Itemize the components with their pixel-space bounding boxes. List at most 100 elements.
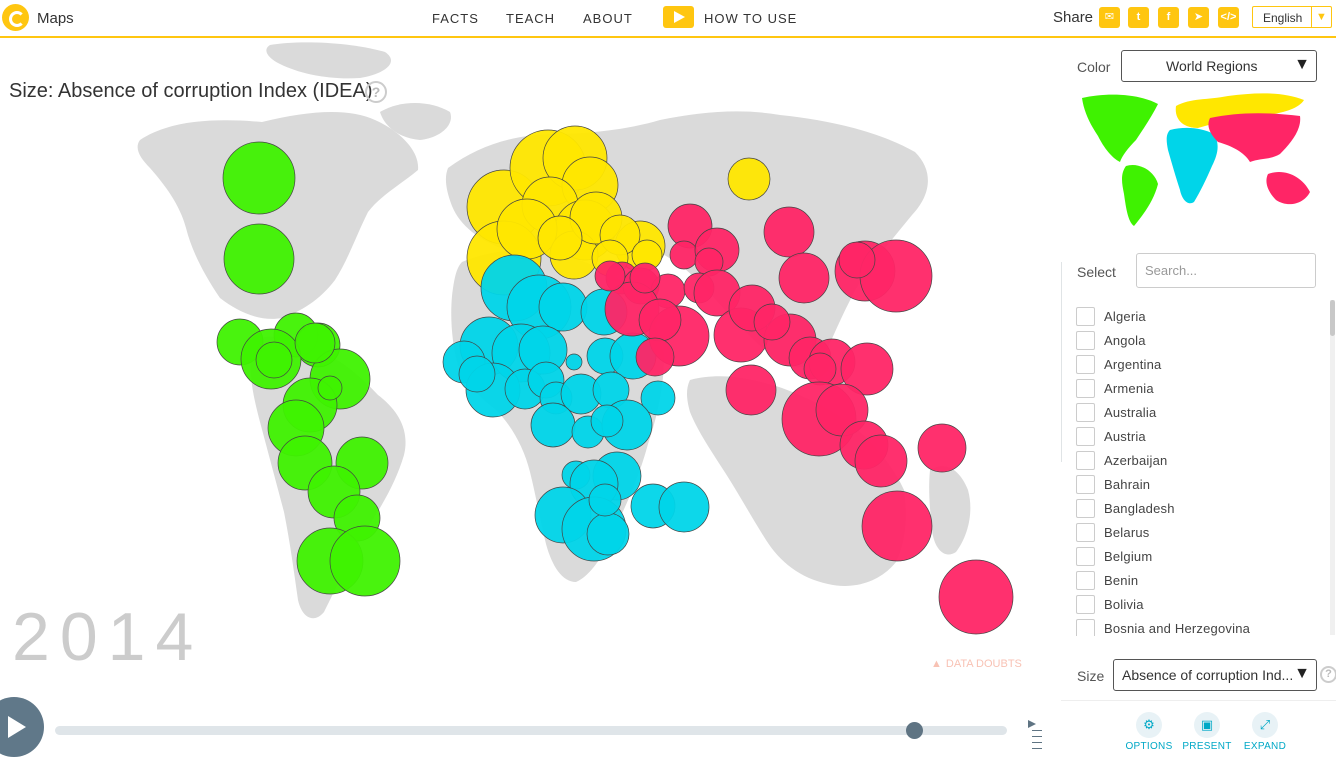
country-list-scrollbar[interactable] [1330, 300, 1335, 635]
size-help-icon[interactable]: ? [1320, 666, 1336, 683]
africa-country-bubble[interactable] [588, 483, 622, 517]
twitter-icon[interactable]: t [1128, 7, 1149, 28]
checkbox[interactable] [1076, 355, 1095, 374]
asia-country-bubble[interactable] [861, 490, 933, 562]
asia-country-bubble[interactable] [725, 364, 777, 416]
size-select[interactable]: Absence of corruption Ind... ▼ [1113, 659, 1317, 691]
africa-country-bubble[interactable] [586, 512, 630, 556]
checkbox[interactable] [1076, 403, 1095, 422]
asia-country-bubble[interactable] [803, 352, 837, 386]
americas-country-bubble[interactable] [317, 375, 343, 401]
nav-about[interactable]: ABOUT [583, 11, 633, 26]
mail-icon[interactable]: ✉ [1099, 7, 1120, 28]
asia-country-bubble[interactable] [638, 298, 682, 342]
panel-divider [1061, 700, 1336, 701]
asia-country-bubble[interactable] [629, 262, 661, 294]
play-button[interactable] [0, 697, 44, 757]
timeline-handle[interactable] [906, 722, 923, 739]
asia-country-bubble[interactable] [778, 252, 830, 304]
country-list[interactable]: Algeria Angola Argentina Armenia Australia Au… [1070, 298, 1326, 636]
africa-country-bubble[interactable] [538, 282, 588, 332]
country-name: Belarus [1104, 525, 1150, 540]
europe-country-bubble[interactable] [727, 157, 771, 201]
asia-country-bubble[interactable] [938, 559, 1014, 635]
country-list-item[interactable]: Argentina [1076, 353, 1316, 377]
asia-country-bubble[interactable] [838, 241, 876, 279]
facebook-icon[interactable]: f [1158, 7, 1179, 28]
nav-how-to-use[interactable]: HOW TO USE [704, 11, 797, 26]
country-list-item[interactable]: Bosnia and Herzegovina [1076, 617, 1316, 636]
asia-country-bubble[interactable] [854, 434, 908, 488]
americas-country-bubble[interactable] [222, 141, 296, 215]
embed-code-icon[interactable]: </> [1218, 7, 1239, 28]
options-button[interactable]: ⚙ OPTIONS [1119, 712, 1179, 752]
expand-button[interactable]: ⤢ EXPAND [1235, 712, 1295, 752]
country-name: Azerbaijan [1104, 453, 1168, 468]
checkbox[interactable] [1076, 331, 1095, 350]
top-bar: Maps FACTS TEACH ABOUT HOW TO USE Share … [0, 0, 1336, 38]
country-list-item[interactable]: Benin [1076, 569, 1316, 593]
americas-country-bubble[interactable] [294, 322, 336, 364]
asia-country-bubble[interactable] [917, 423, 967, 473]
asia-country-bubble[interactable] [635, 337, 675, 377]
americas-country-bubble[interactable] [329, 525, 401, 597]
checkbox[interactable] [1076, 523, 1095, 542]
country-list-item[interactable]: Bahrain [1076, 473, 1316, 497]
africa-country-bubble[interactable] [565, 353, 583, 371]
size-label: Size [1077, 668, 1105, 684]
gear-icon: ⚙ [1136, 712, 1162, 738]
country-list-item[interactable]: Azerbaijan [1076, 449, 1316, 473]
asia-country-bubble[interactable] [594, 260, 626, 292]
country-list-item[interactable]: Belarus [1076, 521, 1316, 545]
checkbox[interactable] [1076, 379, 1095, 398]
country-list-item[interactable]: Bolivia [1076, 593, 1316, 617]
select-label: Select [1077, 264, 1116, 280]
americas-country-bubble[interactable] [255, 341, 293, 379]
europe-country-bubble[interactable] [537, 215, 583, 261]
expand-icon: ⤢ [1252, 712, 1278, 738]
country-list-item[interactable]: Angola [1076, 329, 1316, 353]
checkbox[interactable] [1076, 499, 1095, 518]
country-list-item[interactable]: Belgium [1076, 545, 1316, 569]
select-panel-divider [1061, 262, 1062, 462]
telegram-icon[interactable]: ➤ [1188, 7, 1209, 28]
country-name: Bahrain [1104, 477, 1151, 492]
checkbox[interactable] [1076, 619, 1095, 636]
asia-country-bubble[interactable] [763, 206, 815, 258]
africa-country-bubble[interactable] [658, 481, 710, 533]
nav-facts[interactable]: FACTS [432, 11, 479, 26]
checkbox[interactable] [1076, 307, 1095, 326]
americas-country-bubble[interactable] [223, 223, 295, 295]
speed-control-icon[interactable] [1028, 718, 1042, 750]
checkbox[interactable] [1076, 451, 1095, 470]
language-select[interactable]: English ▼ [1252, 6, 1332, 28]
africa-country-bubble[interactable] [590, 404, 624, 438]
asia-country-bubble[interactable] [753, 303, 791, 341]
checkbox[interactable] [1076, 571, 1095, 590]
country-search-input[interactable] [1136, 253, 1316, 288]
checkbox[interactable] [1076, 595, 1095, 614]
country-name: Algeria [1104, 309, 1146, 324]
country-list-item[interactable]: Armenia [1076, 377, 1316, 401]
asia-country-bubble[interactable] [669, 240, 699, 270]
size-select-value: Absence of corruption Ind... [1122, 667, 1294, 683]
checkbox[interactable] [1076, 427, 1095, 446]
checkbox[interactable] [1076, 475, 1095, 494]
country-list-item[interactable]: Australia [1076, 401, 1316, 425]
present-button[interactable]: ▣ PRESENT [1177, 712, 1237, 752]
africa-country-bubble[interactable] [530, 402, 576, 448]
video-play-icon[interactable] [663, 6, 694, 28]
africa-region [1166, 127, 1218, 204]
color-select[interactable]: World Regions ▼ [1121, 50, 1317, 82]
world-regions-color-map[interactable] [1078, 88, 1314, 228]
share-label: Share [1053, 9, 1094, 26]
country-list-item[interactable]: Bangladesh [1076, 497, 1316, 521]
checkbox[interactable] [1076, 547, 1095, 566]
country-list-item[interactable]: Algeria [1076, 305, 1316, 329]
country-list-item[interactable]: Austria [1076, 425, 1316, 449]
data-doubts-link[interactable]: ▲ DATA DOUBTS [931, 658, 1022, 670]
nav-teach[interactable]: TEACH [506, 11, 555, 26]
africa-country-bubble[interactable] [458, 355, 496, 393]
gapminder-logo-icon[interactable] [2, 4, 29, 31]
timeline-track[interactable] [55, 726, 1007, 735]
